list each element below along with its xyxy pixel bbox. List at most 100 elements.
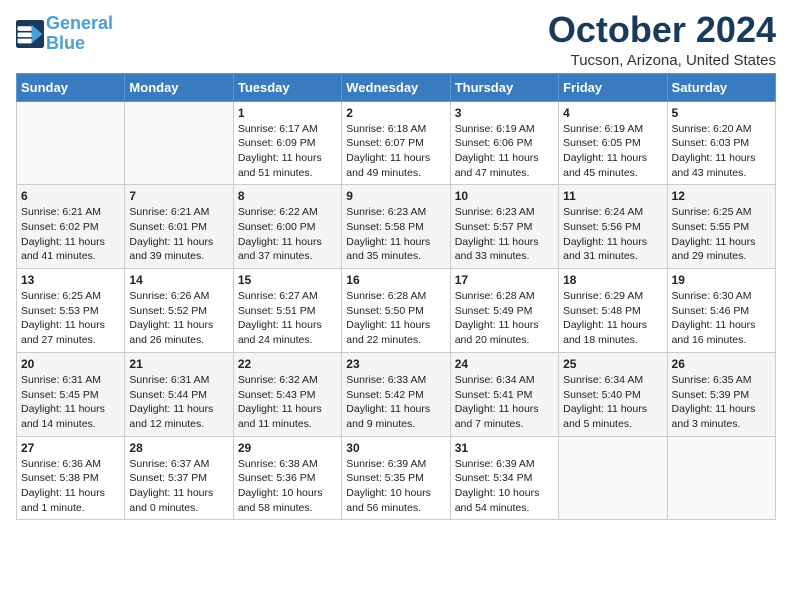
table-row: 26Sunrise: 6:35 AMSunset: 5:39 PMDayligh…	[667, 352, 775, 436]
table-row: 17 Sunrise: 6:28 AMSunset: 5:49 PMDayligh…	[450, 269, 558, 353]
day-detail: Sunrise: 6:33 AMSunset: 5:42 PMDaylight:…	[346, 373, 445, 432]
table-row: 14 Sunrise: 6:26 AMSunset: 5:52 PMDayligh…	[125, 269, 233, 353]
table-row: 1Sunrise: 6:17 AMSunset: 6:09 PMDaylight…	[233, 101, 341, 185]
day-number: 25	[563, 357, 662, 371]
day-number: 29	[238, 441, 337, 455]
table-row: 21 Sunrise: 6:31 AMSunset: 5:44 PMDayligh…	[125, 352, 233, 436]
month-title: October 2024	[548, 10, 776, 50]
logo: General Blue	[16, 14, 113, 54]
day-number: 6	[21, 189, 120, 203]
day-detail: Sunrise: 6:22 AMSunset: 6:00 PMDaylight:…	[238, 205, 337, 264]
table-row: 10 Sunrise: 6:23 AMSunset: 5:57 PMDayligh…	[450, 185, 558, 269]
logo-line2: Blue	[46, 34, 113, 54]
day-detail: Sunrise: 6:28 AMSunset: 5:49 PMDaylight:…	[455, 289, 554, 348]
logo-line1: General	[46, 14, 113, 34]
col-thursday: Thursday	[450, 73, 558, 101]
day-number: 5	[672, 106, 771, 120]
day-detail: Sunrise: 6:24 AMSunset: 5:56 PMDaylight:…	[563, 205, 662, 264]
calendar-week-row: 20Sunrise: 6:31 AMSunset: 5:45 PMDayligh…	[17, 352, 776, 436]
day-detail: Sunrise: 6:27 AMSunset: 5:51 PMDaylight:…	[238, 289, 337, 348]
day-detail: Sunrise: 6:34 AMSunset: 5:41 PMDaylight:…	[455, 373, 554, 432]
day-detail: Sunrise: 6:17 AMSunset: 6:09 PMDaylight:…	[238, 122, 337, 181]
day-number: 10	[455, 189, 554, 203]
day-number: 13	[21, 273, 120, 287]
calendar-week-row: 27 Sunrise: 6:36 AMSunset: 5:38 PMDayligh…	[17, 436, 776, 520]
day-number: 16	[346, 273, 445, 287]
day-number: 26	[672, 357, 771, 371]
header-row: General Blue October 2024 Tucson, Arizon…	[16, 10, 776, 69]
calendar-table: Sunday Monday Tuesday Wednesday Thursday…	[16, 73, 776, 521]
day-number: 20	[21, 357, 120, 371]
day-detail: Sunrise: 6:20 AMSunset: 6:03 PMDaylight:…	[672, 122, 771, 181]
day-detail: Sunrise: 6:34 AMSunset: 5:40 PMDaylight:…	[563, 373, 662, 432]
day-detail: Sunrise: 6:25 AMSunset: 5:53 PMDaylight:…	[21, 289, 120, 348]
day-detail: Sunrise: 6:23 AMSunset: 5:57 PMDaylight:…	[455, 205, 554, 264]
table-row: 20Sunrise: 6:31 AMSunset: 5:45 PMDayligh…	[17, 352, 125, 436]
day-detail: Sunrise: 6:21 AMSunset: 6:02 PMDaylight:…	[21, 205, 120, 264]
day-number: 17	[455, 273, 554, 287]
day-detail: Sunrise: 6:32 AMSunset: 5:43 PMDaylight:…	[238, 373, 337, 432]
col-monday: Monday	[125, 73, 233, 101]
day-number: 2	[346, 106, 445, 120]
calendar-week-row: 13 Sunrise: 6:25 AMSunset: 5:53 PMDayligh…	[17, 269, 776, 353]
table-row: 19 Sunrise: 6:30 AMSunset: 5:46 PMDayligh…	[667, 269, 775, 353]
day-number: 11	[563, 189, 662, 203]
day-detail: Sunrise: 6:30 AMSunset: 5:46 PMDaylight:…	[672, 289, 771, 348]
table-row: 25 Sunrise: 6:34 AMSunset: 5:40 PMDayligh…	[559, 352, 667, 436]
table-row: 24 Sunrise: 6:34 AMSunset: 5:41 PMDayligh…	[450, 352, 558, 436]
day-number: 24	[455, 357, 554, 371]
table-row: 2Sunrise: 6:18 AMSunset: 6:07 PMDaylight…	[342, 101, 450, 185]
day-number: 22	[238, 357, 337, 371]
day-number: 12	[672, 189, 771, 203]
day-detail: Sunrise: 6:21 AMSunset: 6:01 PMDaylight:…	[129, 205, 228, 264]
day-number: 9	[346, 189, 445, 203]
day-detail: Sunrise: 6:19 AMSunset: 6:06 PMDaylight:…	[455, 122, 554, 181]
day-detail: Sunrise: 6:26 AMSunset: 5:52 PMDaylight:…	[129, 289, 228, 348]
table-row: 27 Sunrise: 6:36 AMSunset: 5:38 PMDayligh…	[17, 436, 125, 520]
day-number: 19	[672, 273, 771, 287]
table-row	[667, 436, 775, 520]
day-number: 30	[346, 441, 445, 455]
calendar-header-row: Sunday Monday Tuesday Wednesday Thursday…	[17, 73, 776, 101]
day-number: 3	[455, 106, 554, 120]
day-number: 31	[455, 441, 554, 455]
table-row: 8 Sunrise: 6:22 AMSunset: 6:00 PMDaylight…	[233, 185, 341, 269]
table-row: 4 Sunrise: 6:19 AMSunset: 6:05 PMDaylight…	[559, 101, 667, 185]
day-detail: Sunrise: 6:38 AMSunset: 5:36 PMDaylight:…	[238, 457, 337, 516]
day-detail: Sunrise: 6:39 AMSunset: 5:35 PMDaylight:…	[346, 457, 445, 516]
day-detail: Sunrise: 6:31 AMSunset: 5:44 PMDaylight:…	[129, 373, 228, 432]
day-number: 7	[129, 189, 228, 203]
logo-text: General Blue	[46, 14, 113, 54]
day-number: 18	[563, 273, 662, 287]
table-row: 13 Sunrise: 6:25 AMSunset: 5:53 PMDayligh…	[17, 269, 125, 353]
table-row: 6 Sunrise: 6:21 AMSunset: 6:02 PMDaylight…	[17, 185, 125, 269]
day-number: 15	[238, 273, 337, 287]
table-row: 5 Sunrise: 6:20 AMSunset: 6:03 PMDaylight…	[667, 101, 775, 185]
day-number: 4	[563, 106, 662, 120]
main-container: General Blue October 2024 Tucson, Arizon…	[0, 0, 792, 536]
day-detail: Sunrise: 6:19 AMSunset: 6:05 PMDaylight:…	[563, 122, 662, 181]
table-row: 9Sunrise: 6:23 AMSunset: 5:58 PMDaylight…	[342, 185, 450, 269]
day-number: 21	[129, 357, 228, 371]
day-number: 8	[238, 189, 337, 203]
table-row: 18Sunrise: 6:29 AMSunset: 5:48 PMDayligh…	[559, 269, 667, 353]
day-detail: Sunrise: 6:36 AMSunset: 5:38 PMDaylight:…	[21, 457, 120, 516]
day-detail: Sunrise: 6:37 AMSunset: 5:37 PMDaylight:…	[129, 457, 228, 516]
col-friday: Friday	[559, 73, 667, 101]
day-number: 14	[129, 273, 228, 287]
table-row	[125, 101, 233, 185]
logo-icon	[16, 20, 44, 48]
title-block: October 2024 Tucson, Arizona, United Sta…	[548, 10, 776, 69]
location-title: Tucson, Arizona, United States	[548, 52, 776, 69]
table-row: 29 Sunrise: 6:38 AMSunset: 5:36 PMDayligh…	[233, 436, 341, 520]
table-row: 28Sunrise: 6:37 AMSunset: 5:37 PMDayligh…	[125, 436, 233, 520]
day-number: 27	[21, 441, 120, 455]
table-row: 15 Sunrise: 6:27 AMSunset: 5:51 PMDayligh…	[233, 269, 341, 353]
table-row	[17, 101, 125, 185]
table-row: 11 Sunrise: 6:24 AMSunset: 5:56 PMDayligh…	[559, 185, 667, 269]
col-sunday: Sunday	[17, 73, 125, 101]
day-detail: Sunrise: 6:28 AMSunset: 5:50 PMDaylight:…	[346, 289, 445, 348]
table-row: 23Sunrise: 6:33 AMSunset: 5:42 PMDayligh…	[342, 352, 450, 436]
table-row: 22 Sunrise: 6:32 AMSunset: 5:43 PMDayligh…	[233, 352, 341, 436]
calendar-week-row: 6 Sunrise: 6:21 AMSunset: 6:02 PMDaylight…	[17, 185, 776, 269]
